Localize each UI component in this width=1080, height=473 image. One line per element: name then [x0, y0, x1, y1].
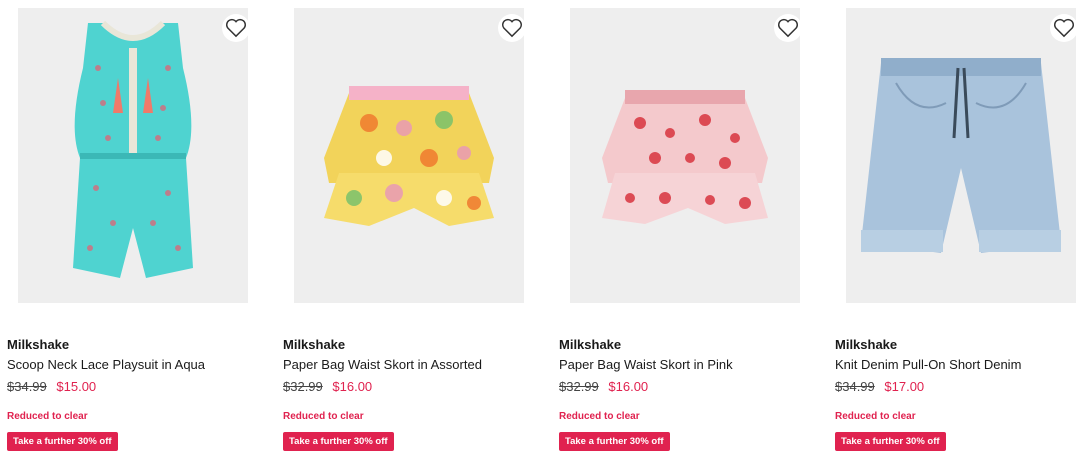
product-brand: Milkshake	[283, 337, 346, 352]
promo-badge: Take a further 30% off	[559, 432, 670, 451]
product-price: $32.99 $16.00	[283, 379, 372, 394]
reduced-label: Reduced to clear	[7, 411, 88, 422]
product-image-floral-skort[interactable]	[294, 8, 524, 303]
original-price: $34.99	[835, 379, 875, 394]
product-name[interactable]: Paper Bag Waist Skort in Pink	[559, 357, 733, 372]
wishlist-button[interactable]	[222, 14, 248, 42]
reduced-label: Reduced to clear	[283, 411, 364, 422]
promo-badge: Take a further 30% off	[7, 432, 118, 451]
product-card[interactable]: Milkshake Knit Denim Pull-On Short Denim…	[835, 0, 1080, 473]
product-image-aqua-playsuit[interactable]	[18, 8, 248, 303]
original-price: $34.99	[7, 379, 47, 394]
product-card[interactable]: Milkshake Paper Bag Waist Skort in Assor…	[283, 0, 551, 473]
skort-illustration	[294, 8, 524, 303]
product-brand: Milkshake	[7, 337, 70, 352]
product-price: $32.99 $16.00	[559, 379, 648, 394]
heart-icon	[226, 18, 246, 38]
heart-icon	[1054, 18, 1074, 38]
promo-badge: Take a further 30% off	[283, 432, 394, 451]
product-name[interactable]: Knit Denim Pull-On Short Denim	[835, 357, 1021, 372]
wishlist-button[interactable]	[774, 14, 800, 42]
product-grid: Milkshake Scoop Neck Lace Playsuit in Aq…	[0, 0, 1080, 473]
product-brand: Milkshake	[835, 337, 898, 352]
product-card[interactable]: Milkshake Scoop Neck Lace Playsuit in Aq…	[7, 0, 275, 473]
heart-icon	[778, 18, 798, 38]
original-price: $32.99	[283, 379, 323, 394]
product-name[interactable]: Paper Bag Waist Skort in Assorted	[283, 357, 482, 372]
wishlist-button[interactable]	[498, 14, 524, 42]
product-image-denim-short[interactable]	[846, 8, 1076, 303]
denim-short-illustration	[846, 8, 1076, 303]
reduced-label: Reduced to clear	[835, 411, 916, 422]
playsuit-illustration	[18, 8, 248, 303]
wishlist-button[interactable]	[1050, 14, 1076, 42]
skort-illustration	[570, 8, 800, 303]
product-brand: Milkshake	[559, 337, 622, 352]
promo-badge: Take a further 30% off	[835, 432, 946, 451]
heart-icon	[502, 18, 522, 38]
product-price: $34.99 $17.00	[835, 379, 924, 394]
product-price: $34.99 $15.00	[7, 379, 96, 394]
sale-price: $16.00	[332, 379, 373, 394]
sale-price: $16.00	[608, 379, 649, 394]
product-card[interactable]: Milkshake Paper Bag Waist Skort in Pink …	[559, 0, 827, 473]
product-name[interactable]: Scoop Neck Lace Playsuit in Aqua	[7, 357, 205, 372]
original-price: $32.99	[559, 379, 599, 394]
reduced-label: Reduced to clear	[559, 411, 640, 422]
sale-price: $15.00	[56, 379, 97, 394]
product-image-pink-skort[interactable]	[570, 8, 800, 303]
sale-price: $17.00	[884, 379, 925, 394]
